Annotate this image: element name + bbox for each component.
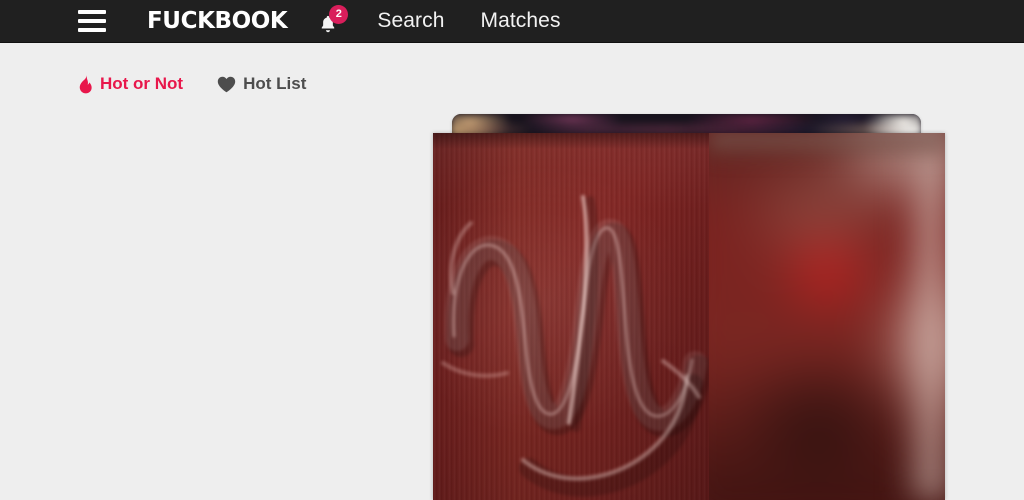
nav-link-search[interactable]: Search [377, 9, 444, 33]
tab-hot-or-not[interactable]: Hot or Not [78, 74, 183, 94]
monogram-panel-shading [433, 133, 709, 500]
top-navigation-bar: FUCKBOOK 2 Search Matches [0, 0, 1024, 43]
heart-icon [217, 76, 236, 93]
monogram-panel-top-shadow [433, 133, 709, 149]
tab-hot-list[interactable]: Hot List [217, 74, 306, 94]
hamburger-bar-1 [78, 10, 106, 14]
hamburger-bar-3 [78, 28, 106, 32]
blurred-photo-right-highlight [899, 133, 945, 500]
sub-navigation: Hot or Not Hot List [78, 74, 306, 94]
profile-card-front[interactable] [433, 133, 945, 500]
blurred-photo-top-shadow [709, 133, 945, 161]
profile-photo-monogram-panel [433, 133, 709, 500]
brand-logo[interactable]: FUCKBOOK [147, 9, 288, 33]
hamburger-bar-2 [78, 19, 106, 23]
hamburger-menu-icon[interactable] [78, 10, 106, 32]
tab-hot-list-label: Hot List [243, 74, 307, 93]
notifications-button[interactable]: 2 [315, 5, 349, 36]
nav-link-matches[interactable]: Matches [481, 9, 561, 33]
tab-hot-or-not-label: Hot or Not [100, 74, 184, 93]
flame-icon [78, 74, 93, 94]
profile-photo-blurred-panel [709, 133, 945, 500]
notification-badge-count: 2 [329, 5, 349, 24]
